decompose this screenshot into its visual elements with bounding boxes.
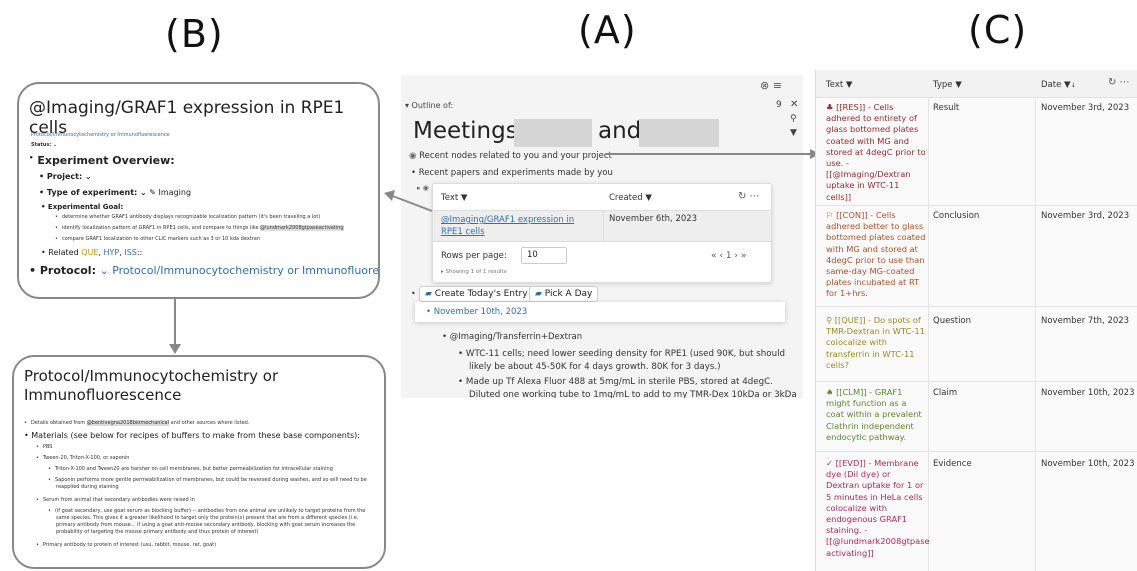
- protocol-link[interactable]: ⌄ Protocol/Immunocytochemistry or Immuno…: [99, 264, 378, 277]
- table-row[interactable]: ✓ [[EVD]] - Membrane dye (Dil dye) or De…: [816, 452, 1137, 571]
- goal-item: determine whether GRAF1 antibody display…: [55, 214, 320, 221]
- list-item: same species. This gives it a greater li…: [56, 515, 359, 521]
- goal-heading: • Experimental Goal:: [41, 203, 124, 211]
- filter-icon[interactable]: ▼: [790, 128, 797, 138]
- related-field: • Related QUE, HYP, ISS::: [41, 248, 143, 257]
- list-item: Primary antibody to protein of interest …: [36, 542, 216, 549]
- filter-icon[interactable]: ▼: [955, 80, 962, 90]
- connector-arrow: [169, 298, 181, 354]
- list-item: Tween-20, Triton-X-100, or saponin: [36, 455, 130, 462]
- row-text[interactable]: ⚲ [[QUE]] - Do spots of TMR-Dextran in W…: [826, 315, 926, 371]
- goal-item: identify localization pattern of GRAF1 i…: [55, 225, 344, 232]
- citation-link[interactable]: @lundmark2008gtpaseactivating: [260, 225, 344, 231]
- note-line: • WTC-11 cells; need lower seeding densi…: [458, 349, 786, 359]
- materials-heading: • Materials (see below for recipes of bu…: [24, 431, 360, 440]
- redacted-block: [639, 119, 719, 147]
- outline-count: 9: [776, 100, 782, 110]
- row-date: November 10th, 2023: [1041, 459, 1135, 469]
- label-b: (B): [165, 12, 224, 56]
- table-row[interactable]: ♣ [[RES]] - Cells adhered to entirety of…: [816, 98, 1137, 206]
- goal-item: compare GRAF1 localization to other CLIC…: [55, 236, 260, 243]
- redacted-block: [514, 119, 592, 147]
- row-type: Evidence: [933, 459, 972, 469]
- filter-icon[interactable]: ▼: [846, 80, 853, 90]
- related-hyp-link[interactable]: HYP: [104, 248, 120, 257]
- protocol-card: Protocol/Immunocytochemistry or Immunoflu…: [12, 355, 386, 569]
- list-item: probability of targeting the mouse prima…: [56, 529, 259, 535]
- rows-per-page-input[interactable]: 10: [521, 247, 567, 264]
- table-row[interactable]: ♠ [[CLM]] - GRAF1 might function as a co…: [816, 382, 1137, 452]
- row-text[interactable]: ✓ [[EVD]] - Membrane dye (Dil dye) or De…: [826, 458, 930, 559]
- list-item: Triton-X-100 and Tween20 are harsher on …: [48, 466, 333, 473]
- row-type: Result: [933, 103, 960, 113]
- list-item: PBS: [36, 444, 53, 451]
- label-a: (A): [578, 8, 637, 52]
- column-header-date[interactable]: Date ▼↓: [1041, 80, 1076, 90]
- rows-per-page-label: Rows per page:: [441, 251, 507, 261]
- sort-icon[interactable]: ↓: [1071, 82, 1076, 89]
- section-heading: • Experiment Overview:: [29, 154, 175, 167]
- row-date: November 7th, 2023: [1041, 316, 1130, 326]
- outline-label: ▾ Outline of:: [405, 101, 454, 110]
- protocol-title: Protocol/Immunocytochemistry or Immunoflu…: [24, 367, 279, 404]
- citation-link[interactable]: @bentivegna2018biomechanical: [86, 420, 170, 426]
- list-item: Serum from animal that secondary antibod…: [36, 497, 195, 504]
- close-circle-icon[interactable]: ⊗: [760, 79, 769, 92]
- note-line: Diluted one working tube to 1mg/mL to ad…: [469, 390, 797, 398]
- details-line: Details obtained from @bentivegna2018bio…: [24, 420, 249, 427]
- row-type: Question: [933, 316, 972, 326]
- row-text[interactable]: ♠ [[CLM]] - GRAF1 might function as a co…: [826, 387, 926, 443]
- row-text[interactable]: ⚐ [[CON]] - Cells adhered better to glas…: [826, 210, 926, 300]
- list-item: (if goat secondary, use goat serum as bl…: [48, 508, 365, 515]
- related-que-link[interactable]: QUE: [81, 248, 98, 257]
- column-header-type[interactable]: Type ▼: [933, 80, 962, 90]
- refresh-icon[interactable]: ↻ ⋯: [1108, 77, 1130, 88]
- connector-arrows: [384, 149, 820, 212]
- bullet-dot: •: [411, 289, 416, 298]
- list-item: primary antibody from mouse... if using …: [56, 522, 356, 528]
- create-today-button[interactable]: ▰ Create Today's Entry: [419, 286, 534, 302]
- row-type: Claim: [933, 388, 958, 398]
- protocol-field: • Protocol: ⌄ Protocol/Immunocytochemist…: [29, 264, 378, 277]
- toolbar-icons: ⊗ ≡: [760, 79, 782, 92]
- row-type: Conclusion: [933, 211, 980, 221]
- page-title-word1: Meetings: [413, 118, 518, 144]
- pagination[interactable]: « ‹ 1 › »: [711, 251, 746, 261]
- table-row[interactable]: ⚲ [[QUE]] - Do spots of TMR-Dextran in W…: [816, 307, 1137, 382]
- row-text[interactable]: ♣ [[RES]] - Cells adhered to entirety of…: [826, 102, 926, 203]
- column-header-text[interactable]: Text ▼: [826, 80, 852, 90]
- status-field[interactable]: Status: ⌄: [31, 142, 57, 149]
- calendar-icon: ▰: [535, 289, 542, 299]
- pick-day-button[interactable]: ▰ Pick A Day: [529, 286, 599, 302]
- label-c: (C): [968, 8, 1028, 52]
- date-node-label[interactable]: • November 10th, 2023: [426, 307, 527, 317]
- table-cell-link[interactable]: @Imaging/GRAF1 expression in RPE1 cells: [441, 214, 596, 238]
- table-header: Text ▼ Type ▼ Date ▼↓ ↻ ⋯: [816, 70, 1137, 98]
- project-field[interactable]: • Project: ⌄: [39, 172, 92, 181]
- discourse-table: Text ▼ Type ▼ Date ▼↓ ↻ ⋯ ♣ [[RES]] - Ce…: [815, 70, 1137, 571]
- related-iss-link[interactable]: ISS: [124, 248, 137, 257]
- table-row[interactable]: ⚐ [[CON]] - Cells adhered better to glas…: [816, 206, 1137, 307]
- note-line: likely be about 45-50K for 4 days growth…: [469, 362, 721, 372]
- note-line: • Made up Tf Alexa Fluor 488 at 5mg/mL i…: [458, 377, 773, 387]
- menu-icon[interactable]: ≡: [773, 79, 782, 92]
- pen-icon: ✎: [149, 188, 156, 197]
- sub-node[interactable]: • @Imaging/Transferrin+Dextran: [442, 332, 582, 342]
- close-icon[interactable]: ✕: [790, 99, 798, 110]
- results-count: ▸ Showing 1 of 1 results: [441, 269, 507, 275]
- table-cell-date: November 6th, 2023: [609, 214, 698, 224]
- list-item: Saponin performs more gentle permeabiliz…: [48, 477, 367, 484]
- row-date: November 10th, 2023: [1041, 388, 1135, 398]
- list-item: reapplied during staining: [56, 484, 119, 490]
- row-date: November 3rd, 2023: [1041, 211, 1130, 221]
- calendar-icon: ▰: [425, 289, 432, 299]
- breadcrumb-link[interactable]: Protocol/Immunocytochemistry or Immunofl…: [31, 132, 170, 139]
- row-date: November 3rd, 2023: [1041, 103, 1130, 113]
- pin-icon[interactable]: ⚲: [790, 114, 797, 124]
- type-field[interactable]: • Type of experiment: ⌄ ✎ Imaging: [39, 188, 191, 197]
- experiment-card: @Imaging/GRAF1 expression in RPE1 cells …: [17, 82, 380, 299]
- page-title-word2: and: [598, 118, 642, 144]
